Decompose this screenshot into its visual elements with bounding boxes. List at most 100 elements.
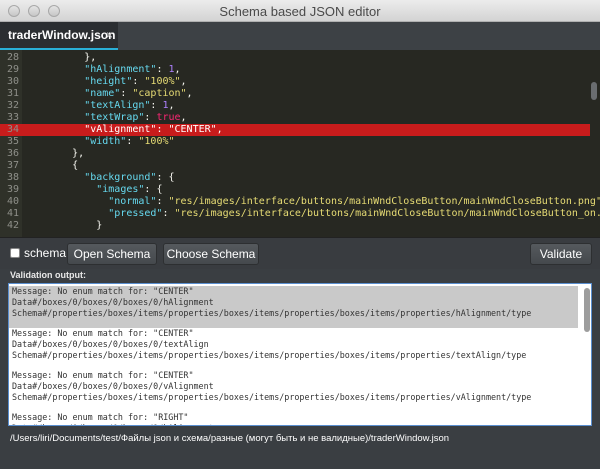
code-line[interactable]: 38 "background": { bbox=[0, 172, 590, 184]
message-text: Message: No enum match for: "CENTER" bbox=[12, 328, 194, 338]
data-path: Data#/boxes/0/boxes/0/boxes/0/hAlignment bbox=[12, 296, 214, 307]
code-token: , bbox=[186, 88, 193, 99]
data-path: Data#/boxes/0/boxes/0/boxes/0/vAlignment bbox=[12, 380, 214, 391]
schema-path: Schema#/properties/boxes/items/propertie… bbox=[12, 307, 532, 318]
code-token: true bbox=[156, 112, 181, 123]
code-text: "hAlignment": 1, bbox=[84, 64, 180, 76]
code-line[interactable]: 33 "textWrap": true, bbox=[0, 112, 590, 124]
code-token: "pressed" bbox=[108, 208, 163, 219]
code-token: "res/images/interface/buttons/mainWndClo… bbox=[174, 208, 600, 219]
code-text: "normal": "res/images/interface/buttons/… bbox=[108, 196, 600, 208]
code-line[interactable]: 35 "width": "100%" bbox=[0, 136, 590, 148]
code-text: "vAlignment": "CENTER", bbox=[84, 124, 223, 136]
code-token: "images" bbox=[96, 184, 145, 195]
tab-label: traderWindow.json bbox=[8, 28, 116, 42]
code-token: { bbox=[72, 160, 79, 171]
code-line[interactable]: 37 { bbox=[0, 160, 590, 172]
validate-button[interactable]: Validate bbox=[530, 243, 592, 265]
code-text: }, bbox=[84, 52, 96, 64]
data-path: Data#/boxes/0/boxes/0/boxes/0/textAlign bbox=[12, 338, 209, 349]
validation-scrollbar[interactable] bbox=[583, 286, 591, 423]
code-token: : bbox=[156, 64, 169, 75]
schema-path: Schema#/properties/boxes/items/propertie… bbox=[12, 391, 532, 402]
json-code-editor[interactable]: 28}, 29 "hAlignment": 1, 30 "height": "100%"… bbox=[0, 50, 600, 237]
code-text: "textWrap": true, bbox=[84, 112, 186, 124]
choose-schema-button[interactable]: Choose Schema bbox=[163, 243, 259, 265]
line-number: 36 bbox=[6, 148, 19, 159]
code-line[interactable]: 42} bbox=[0, 220, 590, 232]
validation-message[interactable]: Message: No enum match for: "RIGHT"Data#… bbox=[9, 412, 578, 425]
code-token: "caption" bbox=[132, 88, 187, 99]
code-text: }, bbox=[72, 148, 84, 160]
line-number: 39 bbox=[6, 184, 19, 195]
code-token: : bbox=[162, 208, 175, 219]
line-number: 42 bbox=[6, 220, 19, 231]
code-line[interactable]: 29 "hAlignment": 1, bbox=[0, 64, 590, 76]
code-token: , bbox=[216, 124, 223, 135]
code-text: "pressed": "res/images/interface/buttons… bbox=[108, 208, 600, 220]
line-number: 31 bbox=[6, 88, 19, 99]
line-number: 32 bbox=[6, 100, 19, 111]
line-number: 33 bbox=[6, 112, 19, 123]
data-path: Data#/boxes/0/boxes/0/boxes/1/hAlignment bbox=[9, 423, 578, 425]
message-text: Message: No enum match for: "CENTER" bbox=[12, 370, 194, 380]
code-text: "textAlign": 1, bbox=[84, 100, 174, 112]
code-line[interactable]: 31 "name": "caption", bbox=[0, 88, 590, 100]
code-line[interactable]: 28}, bbox=[0, 52, 590, 64]
code-token: : bbox=[126, 136, 139, 147]
code-token: : bbox=[156, 124, 169, 135]
code-token: "normal" bbox=[108, 196, 157, 207]
editor-scrollbar[interactable] bbox=[591, 82, 597, 100]
code-token: : bbox=[156, 196, 169, 207]
line-number: 38 bbox=[6, 172, 19, 183]
code-text: "background": { bbox=[84, 172, 174, 184]
validation-output-list[interactable]: Message: No enum match for: "CENTER" Data… bbox=[8, 283, 592, 426]
validation-message[interactable]: Message: No enum match for: "CENTER" Data… bbox=[9, 328, 578, 370]
message-text: Message: No enum match for: "CENTER" bbox=[12, 286, 194, 296]
code-line-error[interactable]: 34 "vAlignment": "CENTER", bbox=[0, 124, 590, 136]
status-bar: /Users/liri/Documents/test/Файлы json и … bbox=[0, 429, 600, 449]
code-token: }, bbox=[72, 148, 85, 159]
code-line[interactable]: 32 "textAlign": 1, bbox=[0, 100, 590, 112]
code-line[interactable]: 39 "images": { bbox=[0, 184, 590, 196]
message-text: Message: No enum match for: "RIGHT" bbox=[12, 412, 189, 422]
code-token: "res/images/interface/buttons/mainWndClo… bbox=[168, 196, 600, 207]
code-token: : bbox=[144, 112, 157, 123]
tab-traderwindow[interactable]: traderWindow.json × bbox=[0, 22, 118, 50]
code-token: "vAlignment" bbox=[84, 124, 157, 135]
schema-checkbox-label: schema bbox=[24, 246, 67, 260]
code-token: : { bbox=[156, 172, 175, 183]
code-token: "100%" bbox=[138, 136, 175, 147]
code-text: { bbox=[72, 160, 78, 172]
code-line[interactable]: 36}, bbox=[0, 148, 590, 160]
code-token: } bbox=[96, 220, 103, 231]
code-token: }, bbox=[84, 52, 97, 63]
validation-message[interactable]: Message: No enum match for: "CENTER" Data… bbox=[9, 370, 578, 412]
validation-scroll-thumb[interactable] bbox=[584, 288, 590, 332]
code-token: "100%" bbox=[144, 76, 181, 87]
code-token: "textWrap" bbox=[84, 112, 145, 123]
line-number: 40 bbox=[6, 196, 19, 207]
validation-message[interactable]: Message: No enum match for: "CENTER" Data… bbox=[9, 286, 578, 328]
code-token: "name" bbox=[84, 88, 121, 99]
code-text: } bbox=[96, 220, 102, 232]
code-text: "name": "caption", bbox=[84, 88, 192, 100]
tab-bar: traderWindow.json × bbox=[0, 22, 600, 50]
code-line[interactable]: 40 "normal": "res/images/interface/button… bbox=[0, 196, 600, 208]
open-schema-button[interactable]: Open Schema bbox=[67, 243, 157, 265]
line-number: 30 bbox=[6, 76, 19, 87]
code-token: , bbox=[180, 112, 187, 123]
window-title: Schema based JSON editor bbox=[219, 4, 381, 19]
code-token: , bbox=[168, 100, 175, 111]
code-text: "images": { bbox=[96, 184, 162, 196]
line-number: 29 bbox=[6, 64, 19, 75]
tab-close-icon[interactable]: × bbox=[106, 28, 113, 42]
code-line[interactable]: 41 "pressed": "res/images/interface/butto… bbox=[0, 208, 600, 220]
code-text: "width": "100%" bbox=[84, 136, 174, 148]
code-token: "width" bbox=[84, 136, 127, 147]
validation-output-label: Validation output: bbox=[10, 270, 86, 280]
code-line[interactable]: 30 "height": "100%", bbox=[0, 76, 590, 88]
line-number: 37 bbox=[6, 160, 19, 171]
schema-checkbox[interactable] bbox=[10, 248, 20, 258]
file-path: /Users/liri/Documents/test/Файлы json и … bbox=[10, 433, 450, 444]
